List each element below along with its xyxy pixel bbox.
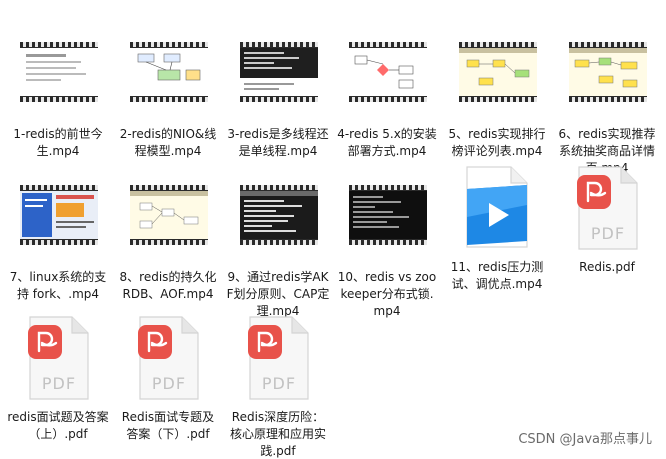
- file-name: 9、通过redis学AKF划分原则、CAP定理.mp4: [226, 270, 330, 318]
- pdf-thumbnail: PDF: [224, 315, 332, 405]
- video-player-icon: [466, 166, 528, 248]
- video-thumbnail: [114, 183, 222, 265]
- video-thumbnail: [333, 183, 441, 265]
- file-item-video-7[interactable]: 7、linux系统的支持 fork、.mp4: [4, 183, 112, 303]
- file-item-video-4[interactable]: 4-redis 5.x的安装部署方式.mp4: [333, 40, 441, 160]
- file-item-video-10[interactable]: 10、redis vs zookeeper分布式锁.mp4: [333, 183, 441, 320]
- video-thumbnail: [443, 165, 551, 255]
- file-name: Redis深度历险：核心原理和应用实践.pdf: [229, 410, 326, 458]
- pdf-icon: PDF: [28, 316, 89, 400]
- svg-text:PDF: PDF: [42, 374, 76, 393]
- file-item-pdf-4[interactable]: PDF Redis深度历险：核心原理和应用实践.pdf: [224, 315, 332, 459]
- file-item-pdf-3[interactable]: PDF Redis面试专题及答案（下）.pdf: [114, 315, 222, 443]
- video-thumbnail: [553, 40, 661, 122]
- file-name: 5、redis实现排行榜评论列表.mp4: [448, 127, 546, 158]
- file-item-video-3[interactable]: 3-redis是多线程还是单线程.mp4: [224, 40, 332, 160]
- video-thumbnail: [443, 40, 551, 122]
- file-item-video-2[interactable]: 2-redis的NIO&线程模型.mp4: [114, 40, 222, 160]
- watermark: CSDN @Java那点事儿: [518, 432, 652, 447]
- video-thumbnail: [114, 40, 222, 122]
- pdf-thumbnail: PDF: [114, 315, 222, 405]
- video-thumbnail: [4, 40, 112, 122]
- file-name: 11、redis压力测试、调优点.mp4: [450, 260, 544, 291]
- video-thumbnail: [333, 40, 441, 122]
- pdf-thumbnail: PDF: [553, 165, 661, 255]
- file-name: Redis面试专题及答案（下）.pdf: [121, 410, 215, 441]
- file-item-video-8[interactable]: 8、redis的持久化 RDB、AOF.mp4: [114, 183, 222, 303]
- svg-text:PDF: PDF: [152, 374, 186, 393]
- svg-text:PDF: PDF: [591, 224, 625, 243]
- file-name: 8、redis的持久化 RDB、AOF.mp4: [119, 270, 217, 301]
- file-item-video-11[interactable]: 11、redis压力测试、调优点.mp4: [443, 165, 551, 293]
- svg-text:PDF: PDF: [262, 374, 296, 393]
- file-item-video-1[interactable]: 1-redis的前世今生.mp4: [4, 40, 112, 160]
- file-name: 4-redis 5.x的安装部署方式.mp4: [337, 127, 437, 158]
- file-name: 10、redis vs zookeeper分布式锁.mp4: [337, 270, 437, 318]
- file-item-pdf-1[interactable]: PDF Redis.pdf: [553, 165, 661, 276]
- file-item-video-5[interactable]: 5、redis实现排行榜评论列表.mp4: [443, 40, 551, 160]
- video-thumbnail: [224, 183, 332, 265]
- file-name: 1-redis的前世今生.mp4: [13, 127, 103, 158]
- pdf-icon: PDF: [248, 316, 309, 400]
- video-thumbnail: [4, 183, 112, 265]
- file-item-video-6[interactable]: 6、redis实现推荐系统抽奖商品详情页.mp4: [553, 40, 661, 177]
- file-name: 2-redis的NIO&线程模型.mp4: [119, 127, 217, 158]
- file-item-video-9[interactable]: 9、通过redis学AKF划分原则、CAP定理.mp4: [224, 183, 332, 320]
- file-name: 7、linux系统的支持 fork、.mp4: [9, 270, 107, 301]
- file-item-pdf-2[interactable]: PDF redis面试题及答案（上）.pdf: [4, 315, 112, 443]
- pdf-icon: PDF: [577, 166, 638, 250]
- file-name: redis面试题及答案（上）.pdf: [7, 410, 109, 441]
- file-name: 3-redis是多线程还是单线程.mp4: [227, 127, 329, 158]
- pdf-thumbnail: PDF: [4, 315, 112, 405]
- pdf-icon: PDF: [138, 316, 199, 400]
- video-thumbnail: [224, 40, 332, 122]
- file-grid: 1-redis的前世今生.mp4 2-redis的NIO&线程模型.mp4 3-…: [0, 0, 666, 459]
- file-name: Redis.pdf: [579, 260, 635, 274]
